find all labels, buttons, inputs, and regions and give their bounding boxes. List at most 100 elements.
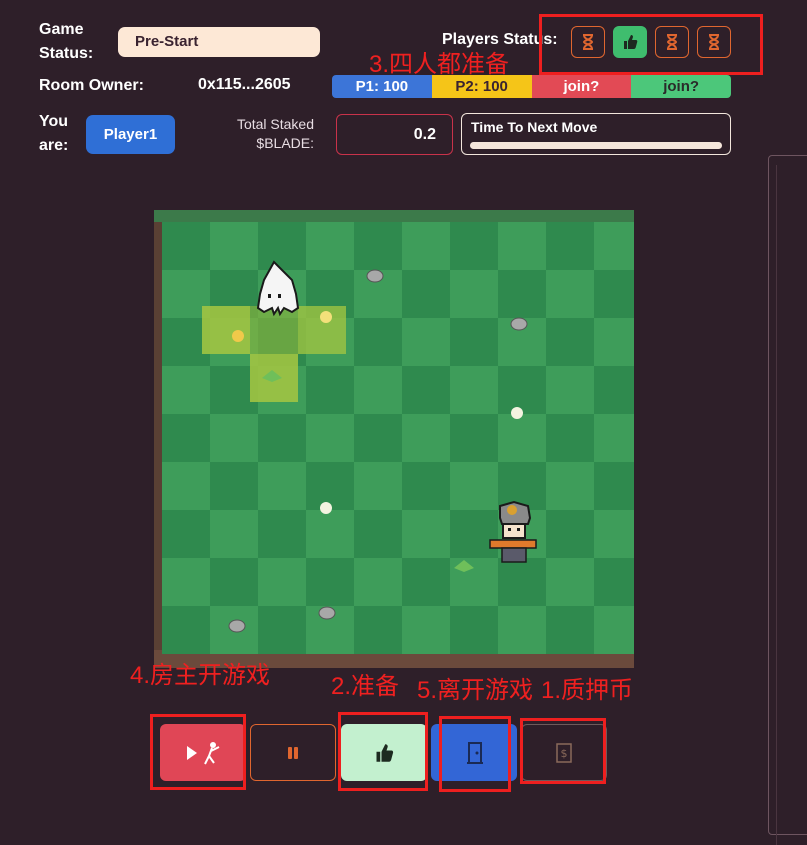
board-tile[interactable] bbox=[162, 414, 210, 462]
board-tile[interactable] bbox=[162, 462, 210, 510]
board-tile[interactable] bbox=[210, 222, 258, 270]
board-tile[interactable] bbox=[498, 222, 546, 270]
total-staked-value: 0.2 bbox=[336, 114, 453, 155]
board-tile[interactable] bbox=[162, 606, 210, 654]
board-tile[interactable] bbox=[450, 222, 498, 270]
board-tile[interactable] bbox=[498, 558, 546, 606]
board-tile[interactable] bbox=[258, 462, 306, 510]
board-tile[interactable] bbox=[594, 606, 634, 654]
p4-join[interactable]: join? bbox=[631, 75, 731, 98]
board-tile[interactable] bbox=[450, 318, 498, 366]
board-tile[interactable] bbox=[594, 270, 634, 318]
board-tile[interactable] bbox=[402, 318, 450, 366]
board-tile[interactable] bbox=[402, 606, 450, 654]
board-tile[interactable] bbox=[498, 414, 546, 462]
board-tile[interactable] bbox=[402, 510, 450, 558]
board-tile[interactable] bbox=[354, 318, 402, 366]
board-tile[interactable] bbox=[354, 558, 402, 606]
annotation-box-play bbox=[150, 714, 246, 790]
board-tile[interactable] bbox=[498, 366, 546, 414]
board-tile[interactable] bbox=[162, 510, 210, 558]
annotation-four-ready: 3.四人都准备 bbox=[369, 51, 510, 78]
pause-button[interactable] bbox=[250, 724, 336, 781]
board-tile[interactable] bbox=[306, 510, 354, 558]
board-tile[interactable] bbox=[498, 606, 546, 654]
board-tile[interactable] bbox=[450, 510, 498, 558]
board-tile[interactable] bbox=[402, 222, 450, 270]
board-tile[interactable] bbox=[162, 222, 210, 270]
board-tile[interactable] bbox=[594, 462, 634, 510]
board-tile[interactable] bbox=[594, 414, 634, 462]
board-tile[interactable] bbox=[162, 366, 210, 414]
board-tile[interactable] bbox=[450, 462, 498, 510]
board-tile[interactable] bbox=[546, 318, 594, 366]
board-tile[interactable] bbox=[546, 414, 594, 462]
board-tile[interactable] bbox=[402, 462, 450, 510]
board-tile[interactable] bbox=[306, 222, 354, 270]
game-board[interactable] bbox=[154, 210, 634, 668]
board-tile[interactable] bbox=[306, 462, 354, 510]
board-tile[interactable] bbox=[594, 318, 634, 366]
player-identity-button[interactable]: Player1 bbox=[86, 115, 175, 154]
board-tile[interactable] bbox=[210, 414, 258, 462]
board-tile[interactable] bbox=[258, 558, 306, 606]
annotation-box-players-status bbox=[539, 14, 763, 75]
board-tile[interactable] bbox=[402, 366, 450, 414]
board-tile[interactable] bbox=[450, 366, 498, 414]
annotation-ready: 2.准备 bbox=[331, 673, 400, 700]
board-tile[interactable] bbox=[546, 462, 594, 510]
pause-icon bbox=[288, 746, 298, 759]
board-tile[interactable] bbox=[210, 558, 258, 606]
board-tile[interactable] bbox=[162, 558, 210, 606]
board-tile[interactable] bbox=[306, 414, 354, 462]
board-tile[interactable] bbox=[354, 606, 402, 654]
board-tile[interactable] bbox=[402, 558, 450, 606]
board-tile[interactable] bbox=[354, 462, 402, 510]
room-owner-label: Room Owner: bbox=[39, 77, 144, 94]
board-tile[interactable] bbox=[306, 366, 354, 414]
board-tile[interactable] bbox=[498, 462, 546, 510]
annotation-box-stake bbox=[520, 718, 606, 784]
board-tile[interactable] bbox=[450, 558, 498, 606]
board-tile[interactable] bbox=[594, 366, 634, 414]
annotation-box-leave bbox=[439, 716, 511, 792]
board-tile[interactable] bbox=[594, 510, 634, 558]
game-status-value: Pre-Start bbox=[118, 27, 320, 57]
board-tile[interactable] bbox=[546, 510, 594, 558]
p3-join[interactable]: join? bbox=[531, 75, 632, 98]
board-tile[interactable] bbox=[354, 414, 402, 462]
board-tile[interactable] bbox=[594, 222, 634, 270]
board-tile[interactable] bbox=[210, 462, 258, 510]
side-panel-inner bbox=[776, 165, 807, 845]
board-tile[interactable] bbox=[210, 510, 258, 558]
board-tile[interactable] bbox=[450, 414, 498, 462]
board-tile[interactable] bbox=[354, 222, 402, 270]
board-tile[interactable] bbox=[498, 270, 546, 318]
timer-title: Time To Next Move bbox=[471, 119, 598, 135]
board-tile[interactable] bbox=[594, 558, 634, 606]
board-tile[interactable] bbox=[546, 366, 594, 414]
board-tile[interactable] bbox=[306, 558, 354, 606]
board-tile[interactable] bbox=[402, 270, 450, 318]
annotation-owner-start: 4.房主开游戏 bbox=[130, 662, 271, 689]
board-tile[interactable] bbox=[546, 606, 594, 654]
board-tile[interactable] bbox=[546, 558, 594, 606]
total-staked-label: Total Staked $BLADE: bbox=[236, 116, 314, 151]
board-tile[interactable] bbox=[450, 270, 498, 318]
annotation-leave: 5.离开游戏 bbox=[417, 677, 534, 704]
board-tile[interactable] bbox=[354, 366, 402, 414]
game-status-label: Game Status: bbox=[39, 21, 94, 62]
board-tile[interactable] bbox=[258, 510, 306, 558]
board-tile[interactable] bbox=[546, 270, 594, 318]
board-tile[interactable] bbox=[450, 606, 498, 654]
annotation-box-ready bbox=[338, 712, 428, 791]
move-timer: Time To Next Move bbox=[461, 113, 731, 155]
board-tile[interactable] bbox=[258, 606, 306, 654]
board-tile[interactable] bbox=[402, 414, 450, 462]
timer-progress-fill bbox=[470, 142, 722, 149]
board-tile[interactable] bbox=[258, 414, 306, 462]
board-tile[interactable] bbox=[546, 222, 594, 270]
board-tile[interactable] bbox=[258, 222, 306, 270]
room-owner-address: 0x115...2605 bbox=[198, 76, 291, 93]
board-tile[interactable] bbox=[354, 510, 402, 558]
